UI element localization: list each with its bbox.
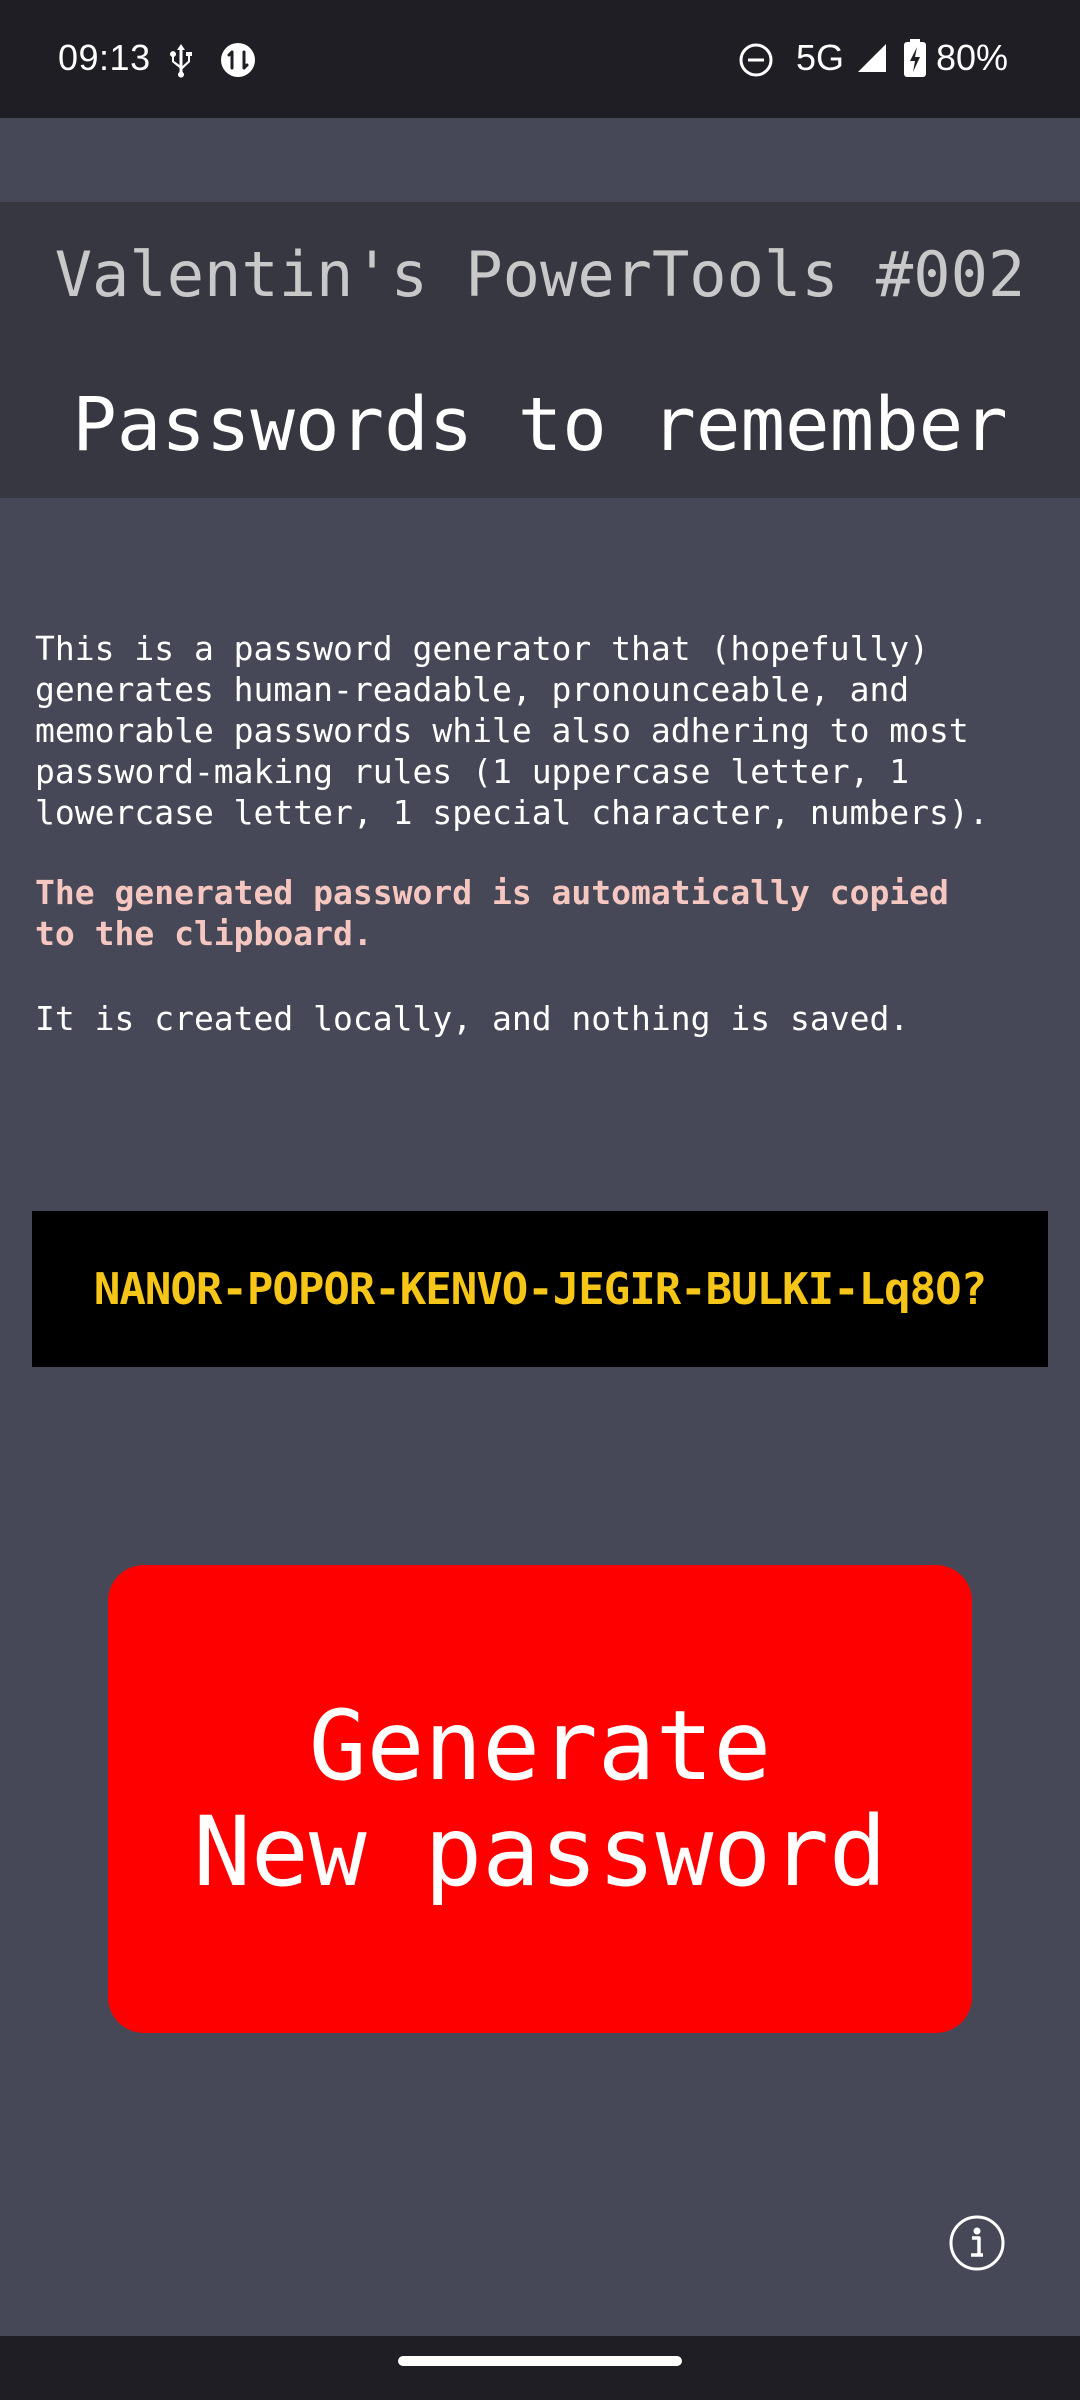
do-not-disturb-icon <box>739 43 773 77</box>
top-spacer <box>0 118 1080 202</box>
navigation-bar <box>0 2336 1080 2400</box>
usb-icon <box>170 44 192 78</box>
generate-password-button[interactable]: Generate New password <box>108 1565 972 2033</box>
signal-icon <box>858 44 886 72</box>
description-intro: This is a password generator that (hopef… <box>35 629 989 832</box>
brand-title: Valentin's PowerTools #002 <box>54 238 1026 311</box>
status-time: 09:13 <box>58 37 151 78</box>
password-text[interactable]: NANOR-POPOR-KENVO-JEGIR-BULKI-Lq8O? <box>94 1264 987 1315</box>
page-title: Passwords to remember <box>72 382 1008 468</box>
status-bar: 09:13 5G 80% <box>0 0 1080 118</box>
generate-button-line1: Generate <box>308 1690 772 1802</box>
app-notification-icon <box>221 43 255 77</box>
info-icon[interactable] <box>948 2214 1006 2272</box>
clipboard-warning: The generated password is automatically … <box>35 873 949 953</box>
network-type: 5G <box>796 37 845 78</box>
local-note: It is created locally, and nothing is sa… <box>35 999 910 1038</box>
battery-percent: 80% <box>936 37 1009 78</box>
password-display[interactable]: NANOR-POPOR-KENVO-JEGIR-BULKI-Lq8O? <box>32 1211 1048 1367</box>
home-gesture-handle[interactable] <box>398 2356 682 2366</box>
generate-button-line2: New password <box>193 1796 887 1908</box>
battery-charging-icon <box>904 39 926 77</box>
